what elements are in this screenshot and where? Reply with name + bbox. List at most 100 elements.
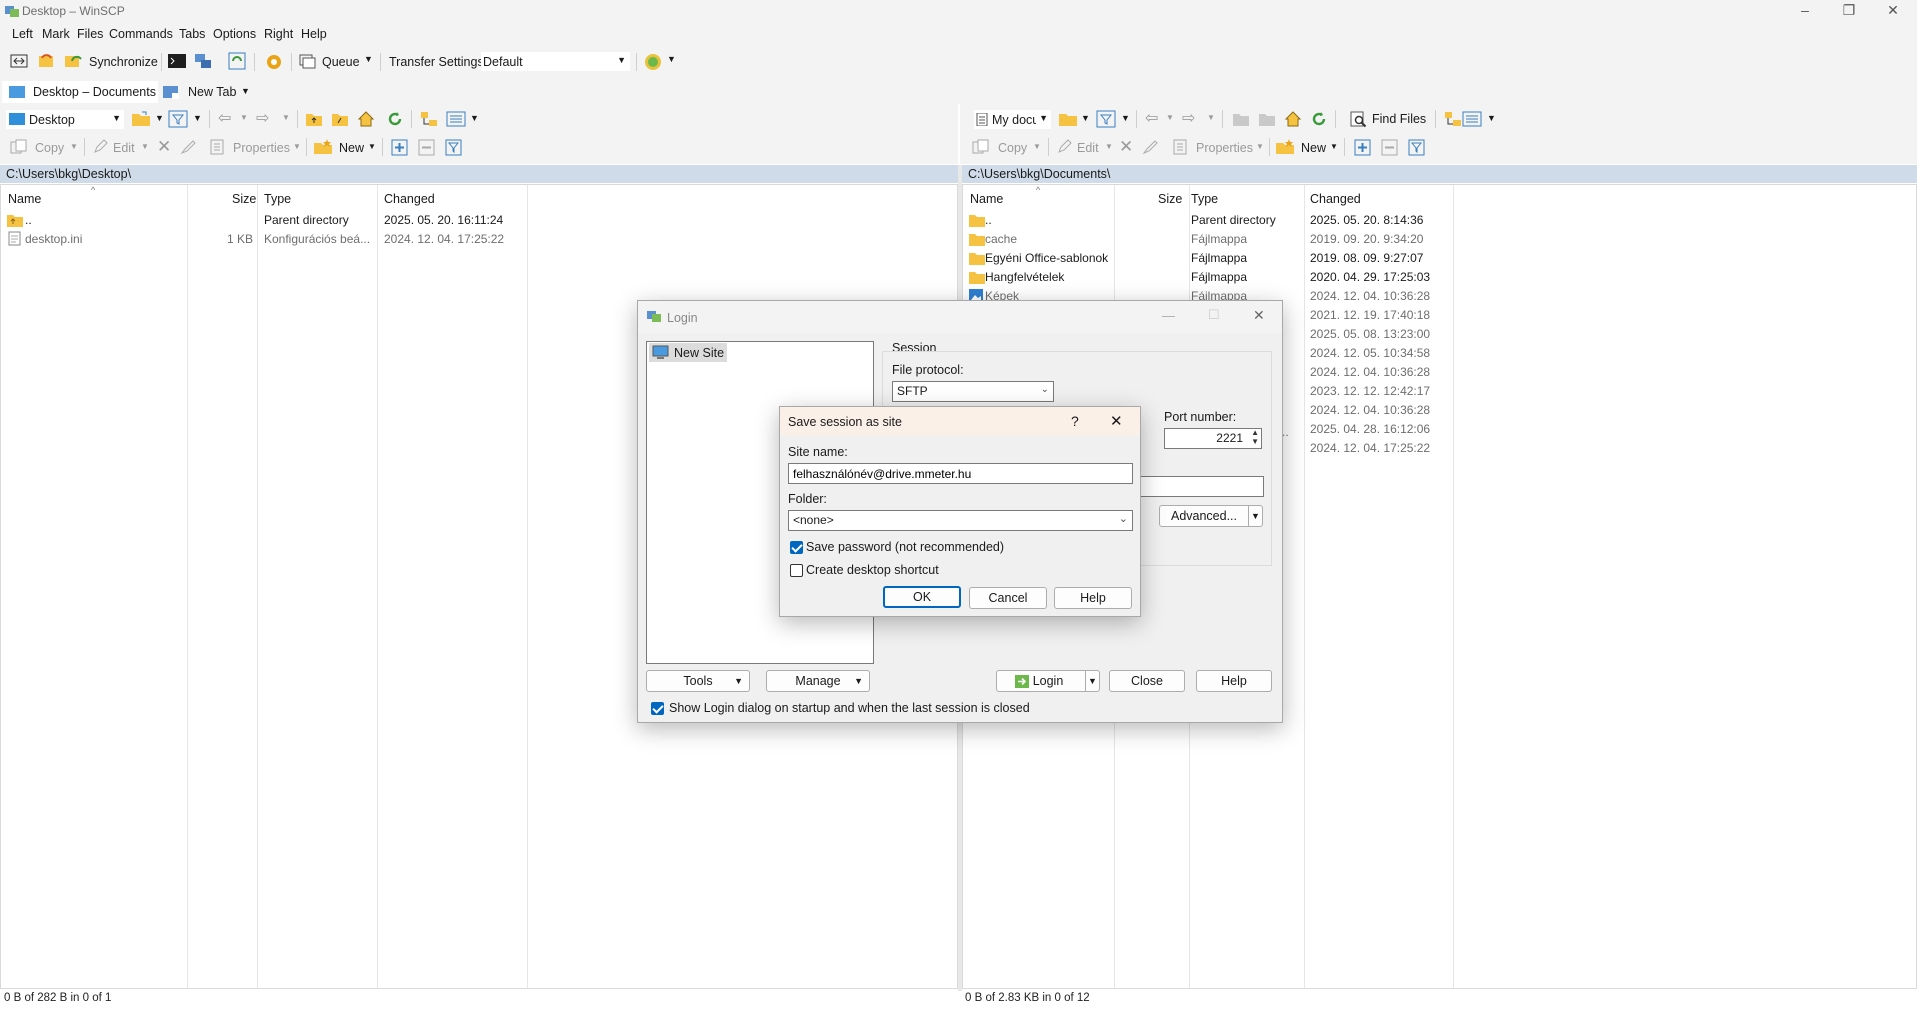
left-path-bar[interactable]: C:\Users\bkg\Desktop\ xyxy=(0,165,958,183)
minimize-button[interactable]: – xyxy=(1782,0,1828,22)
sync-browsing-icon[interactable] xyxy=(37,52,57,70)
unselect-files-minus-icon[interactable] xyxy=(1381,139,1398,156)
new-tab-button[interactable]: New Tab xyxy=(188,85,236,99)
tab-desktop-documents[interactable]: Desktop – Documents xyxy=(2,81,158,103)
synchronize-button[interactable]: Synchronize xyxy=(89,55,158,69)
chevron-down-icon[interactable]: ▼ xyxy=(155,113,164,123)
new-tab-icon[interactable] xyxy=(162,85,180,100)
copy-icon[interactable] xyxy=(10,139,28,155)
copy-button[interactable]: Copy xyxy=(35,141,64,155)
refresh-remote-icon[interactable] xyxy=(228,52,246,70)
save-password-checkbox[interactable] xyxy=(790,541,803,554)
compare-directories-icon[interactable] xyxy=(10,53,28,69)
login-button[interactable]: Login ▼ xyxy=(996,670,1100,692)
filter-icon[interactable] xyxy=(1096,110,1116,128)
spin-buttons-icon[interactable]: ▲ ▼ xyxy=(1251,428,1259,446)
file-protocol-select[interactable]: SFTP ⌄ xyxy=(892,381,1054,402)
folder-select[interactable]: <none> ⌄ xyxy=(788,510,1133,531)
new-button[interactable]: New xyxy=(1301,141,1326,155)
forward-arrow-icon[interactable]: ⇨ xyxy=(1182,108,1195,128)
tree-view-icon[interactable] xyxy=(419,110,439,128)
filter-select-icon[interactable] xyxy=(1408,139,1425,156)
tree-view-icon[interactable] xyxy=(1443,110,1463,128)
properties-icon[interactable] xyxy=(209,139,227,155)
edit-icon[interactable] xyxy=(92,139,110,155)
root-directory-icon[interactable] xyxy=(1258,111,1276,127)
close-window-button[interactable]: ✕ xyxy=(1870,0,1916,22)
help-button[interactable]: Help xyxy=(1054,587,1132,609)
help-button[interactable]: Help xyxy=(1196,670,1272,692)
queue-icon[interactable] xyxy=(298,53,316,69)
chevron-down-icon[interactable]: ▼ xyxy=(1085,671,1099,691)
chevron-down-icon[interactable]: ▼ xyxy=(70,142,78,151)
table-row[interactable]: .. Parent directory 2025. 05. 20. 16:11:… xyxy=(1,211,527,229)
refresh-icon[interactable] xyxy=(386,110,404,128)
chevron-down-icon[interactable]: ▼ xyxy=(1207,113,1215,122)
parent-directory-icon[interactable] xyxy=(305,111,323,127)
chevron-down-icon[interactable]: ▼ xyxy=(1487,113,1496,123)
copy-button[interactable]: Copy xyxy=(998,141,1027,155)
open-folder-icon[interactable] xyxy=(131,110,151,128)
tools-button[interactable]: Tools ▼ xyxy=(646,670,750,692)
parent-directory-icon[interactable] xyxy=(1232,111,1250,127)
menu-files[interactable]: Files xyxy=(77,27,103,41)
delete-icon[interactable]: ✕ xyxy=(157,137,171,157)
chevron-down-icon[interactable]: ▼ xyxy=(1121,113,1130,123)
rename-icon[interactable] xyxy=(180,139,198,155)
chevron-down-icon[interactable]: ▼ xyxy=(293,142,301,151)
ok-button[interactable]: OK xyxy=(883,586,961,608)
menu-mark[interactable]: Mark xyxy=(42,27,70,41)
chevron-down-icon[interactable]: ▼ xyxy=(470,113,479,123)
manage-button[interactable]: Manage ▼ xyxy=(766,670,870,692)
desktop-shortcut-checkbox[interactable] xyxy=(790,564,803,577)
chevron-down-icon[interactable]: ▼ xyxy=(667,54,676,64)
table-row[interactable]: cache Fájlmappa 2019. 09. 20. 9:34:20 xyxy=(963,230,1453,248)
console-icon[interactable] xyxy=(168,53,186,69)
edit-button[interactable]: Edit xyxy=(113,141,135,155)
login-close-x-button[interactable]: ✕ xyxy=(1253,307,1265,324)
home-icon[interactable] xyxy=(1284,110,1302,128)
chevron-down-icon[interactable]: ▼ xyxy=(193,113,202,123)
column-header-changed[interactable]: Changed xyxy=(384,192,435,206)
menu-right[interactable]: Right xyxy=(264,27,293,41)
chevron-down-icon[interactable]: ▼ xyxy=(1248,506,1262,526)
cancel-button[interactable]: Cancel xyxy=(969,587,1047,609)
chevron-down-icon[interactable]: ▼ xyxy=(1330,142,1338,151)
menu-tabs[interactable]: Tabs xyxy=(179,27,205,41)
back-arrow-icon[interactable]: ⇦ xyxy=(218,108,231,128)
table-row[interactable]: Egyéni Office-sablonok Fájlmappa 2019. 0… xyxy=(963,249,1453,267)
new-button[interactable]: New xyxy=(339,141,364,155)
column-header-type[interactable]: Type xyxy=(1191,192,1218,206)
view-mode-icon[interactable] xyxy=(1462,110,1482,128)
port-number-input[interactable]: 2221 ▲ ▼ xyxy=(1164,428,1262,449)
chevron-down-icon[interactable]: ▼ xyxy=(1105,142,1113,151)
help-question-button[interactable]: ? xyxy=(1071,413,1079,429)
edit-icon[interactable] xyxy=(1056,139,1074,155)
chevron-down-icon[interactable]: ▼ xyxy=(282,113,290,122)
site-name-input[interactable] xyxy=(788,463,1133,484)
queue-dropdown-arrow-icon[interactable]: ▼ xyxy=(364,54,373,64)
preferences-gear-icon[interactable] xyxy=(264,52,284,72)
chevron-down-icon[interactable]: ▼ xyxy=(1081,113,1090,123)
right-location-select[interactable]: My docu ▼ xyxy=(974,110,1051,129)
open-folder-icon[interactable] xyxy=(1058,110,1078,128)
view-mode-icon[interactable] xyxy=(446,110,466,128)
forward-arrow-icon[interactable]: ⇨ xyxy=(256,108,269,128)
restore-button[interactable]: ❐ xyxy=(1826,0,1872,22)
close-button[interactable]: Close xyxy=(1109,670,1185,692)
new-folder-icon[interactable] xyxy=(313,138,333,156)
left-location-select[interactable]: Desktop ▼ xyxy=(6,110,124,129)
unselect-files-minus-icon[interactable] xyxy=(418,139,435,156)
filter-icon[interactable] xyxy=(168,110,188,128)
find-files-icon[interactable] xyxy=(1350,111,1367,128)
chevron-down-icon[interactable]: ▼ xyxy=(1033,142,1041,151)
table-row[interactable]: .. Parent directory 2025. 05. 20. 8:14:3… xyxy=(963,211,1453,229)
chevron-down-icon[interactable]: ▼ xyxy=(1256,142,1264,151)
chevron-down-icon[interactable]: ▼ xyxy=(141,142,149,151)
filter-select-icon[interactable] xyxy=(445,139,462,156)
synchronize-icon[interactable] xyxy=(64,53,84,69)
menu-options[interactable]: Options xyxy=(213,27,256,41)
update-globe-icon[interactable] xyxy=(643,52,663,72)
advanced-button[interactable]: Advanced... ▼ xyxy=(1159,505,1263,527)
maximize-button[interactable]: ☐ xyxy=(1208,307,1220,323)
